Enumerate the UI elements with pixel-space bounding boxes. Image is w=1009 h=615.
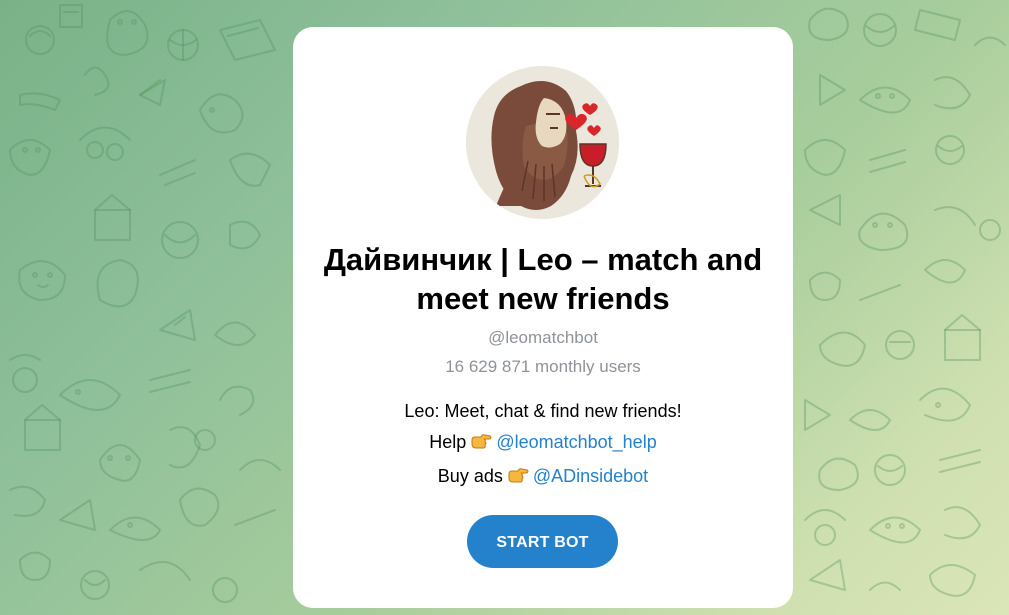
leonardo-portrait-icon — [466, 66, 619, 219]
bot-profile-card: Дайвинчик | Leo – match and meet new fri… — [293, 27, 793, 608]
help-link[interactable]: @leomatchbot_help — [496, 432, 656, 452]
bot-avatar — [466, 66, 619, 219]
ads-link[interactable]: @ADinsidebot — [533, 466, 648, 486]
ads-label: Buy ads — [437, 466, 503, 486]
bot-username: @leomatchbot — [488, 328, 598, 347]
bot-title: Дайвинчик | Leo – match and meet new fri… — [323, 242, 763, 316]
bot-description: Leo: Meet, chat & find new friends! Help… — [293, 396, 793, 495]
description-ads-line: Buy ads @ADinsidebot — [293, 461, 793, 495]
description-help-line: Help @leomatchbot_help — [293, 427, 793, 461]
monthly-users-count: 16 629 871 monthly users — [445, 357, 641, 376]
pointing-right-icon — [507, 464, 529, 495]
pointing-right-icon — [470, 430, 492, 461]
description-line-1: Leo: Meet, chat & find new friends! — [404, 401, 682, 421]
help-label: Help — [429, 432, 467, 452]
start-bot-button[interactable]: START BOT — [467, 515, 618, 568]
